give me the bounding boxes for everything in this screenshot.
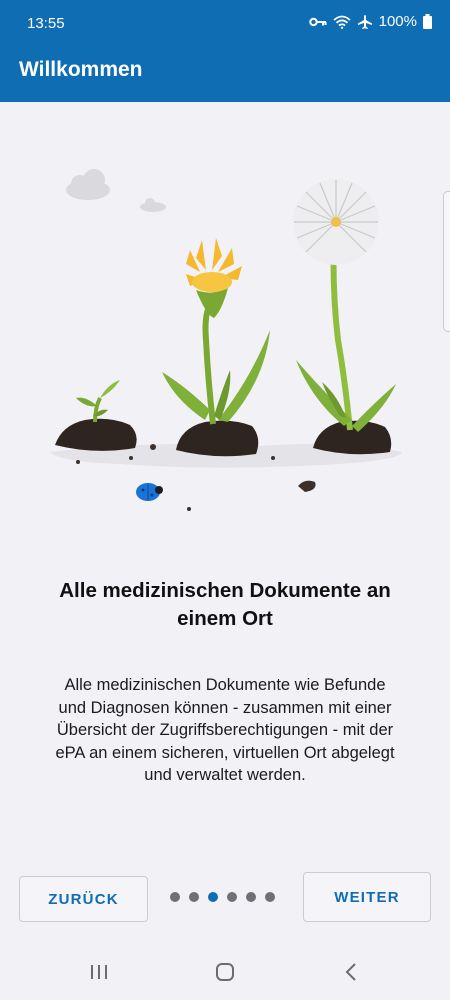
description-line: ePA an einem sicheren, virtuellen Ort ab… (55, 743, 395, 762)
app-bar: Willkommen (0, 48, 450, 102)
airplane-icon (357, 14, 373, 30)
next-button[interactable]: WEITER (303, 872, 431, 922)
back-icon[interactable] (336, 959, 366, 985)
cloud-icon (66, 169, 166, 212)
back-button[interactable]: ZURÜCK (19, 876, 148, 922)
description-line: und verwaltet werden. (144, 766, 306, 784)
page-dot[interactable] (265, 892, 275, 902)
page-dot[interactable] (170, 892, 180, 902)
page-dot[interactable] (246, 892, 256, 902)
page-indicator (170, 892, 275, 902)
page-title: Willkommen (19, 58, 143, 81)
key-icon (308, 16, 327, 28)
description-text: Alle medizinischen Dokumente wie Befunde… (30, 674, 420, 787)
battery-percent: 100% (378, 13, 417, 30)
description-line: und Diagnosen können - zusammen mit eine… (58, 698, 392, 717)
description-line: Alle medizinischen Dokumente wie Befunde (64, 676, 386, 694)
system-nav-bar (0, 945, 450, 1000)
page-dot[interactable] (227, 892, 237, 902)
page-heading: Alle medizinischen Dokumente an einem Or… (30, 577, 420, 633)
dandelion-illustration (50, 169, 402, 511)
heading-line: einem Ort (177, 607, 273, 630)
description-line: Übersicht der Zugriffsberechtigungen - m… (56, 721, 394, 739)
ladybug-icon (136, 483, 163, 501)
page-dot[interactable] (189, 892, 199, 902)
page-dot-active[interactable] (208, 892, 218, 902)
home-icon[interactable] (210, 959, 240, 985)
battery-icon (423, 14, 432, 29)
status-bar: 13:55 100% (0, 0, 450, 48)
status-icons: 100% (308, 13, 432, 30)
wifi-icon (333, 15, 351, 29)
heading-line: Alle medizinischen Dokumente an (59, 579, 391, 602)
status-time: 13:55 (27, 15, 65, 32)
recents-icon[interactable] (84, 959, 114, 985)
